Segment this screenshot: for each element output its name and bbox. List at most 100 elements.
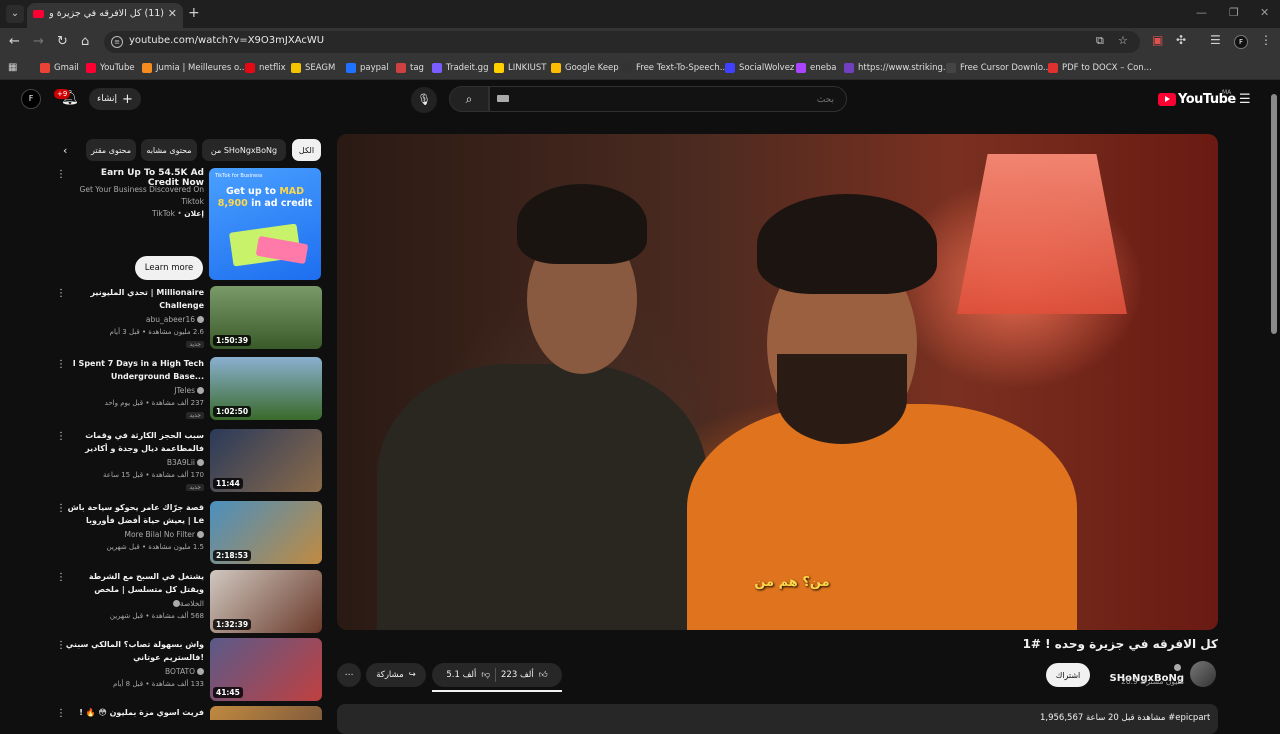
region-code: MA xyxy=(1222,89,1232,96)
chip-from-channel[interactable]: من SHoNgxBoNg xyxy=(202,139,286,161)
bookmark-cursor-download[interactable]: Free Cursor Downlo... xyxy=(946,61,1051,75)
thumbs-up-icon[interactable]: 👍︎ xyxy=(539,670,548,680)
voice-search-mic-icon[interactable]: 🎙︎ xyxy=(411,87,437,113)
new-badge: جديد xyxy=(186,412,204,419)
browser-tab-active[interactable]: (11) كل الافرقه في جزيرة وحد ✕ xyxy=(27,3,183,28)
bookmark-seagm[interactable]: SEAGM xyxy=(291,61,335,75)
browser-tab-strip: ⌄ (11) كل الافرقه في جزيرة وحد ✕ + — ❐ ✕ xyxy=(0,0,1280,28)
rec-title[interactable]: سبب الحجز الكارثة في وقمات فالمطاعمة ديا… xyxy=(64,429,204,455)
bookmark-netflix[interactable]: netflix xyxy=(245,61,286,75)
bookmark-tag[interactable]: tag xyxy=(396,61,424,75)
search-icon[interactable]: ⌕ xyxy=(449,86,489,112)
recommendation-item[interactable]: ⋮ I Spent 7 Days in a High Tech Undergro… xyxy=(56,357,322,423)
more-actions-button[interactable]: ⋯ xyxy=(337,663,361,687)
apps-grid-icon[interactable]: ▦ xyxy=(8,62,17,73)
bookmark-socialwolvez[interactable]: SocialWolvez xyxy=(725,61,794,75)
bookmark-striking[interactable]: https://www.striking... xyxy=(844,61,951,75)
recommendation-item[interactable]: ⋮ قصة جرّاك عامر يحوكو سياحة باش يعيش حي… xyxy=(56,501,322,567)
minimize-icon[interactable]: — xyxy=(1196,6,1207,19)
bookmark-linkiust[interactable]: LINKIUST xyxy=(494,61,547,75)
eneba-icon xyxy=(796,63,806,73)
ad-thumbnail[interactable]: TikTok for Business Get up to MAD 8,900 … xyxy=(209,168,321,280)
rec-channel[interactable]: More Bilal No Filter xyxy=(124,530,204,539)
search-input[interactable] xyxy=(489,86,847,112)
bookmark-google-keep[interactable]: Google Keep xyxy=(551,61,619,75)
rec-channel[interactable]: abu_abeer16 xyxy=(146,315,204,324)
site-info-icon[interactable]: ≡ xyxy=(111,36,123,48)
bookmark-gmail[interactable]: Gmail xyxy=(40,61,79,75)
recommendation-item[interactable]: ⋮ واش بسهولة تصاب؟ المالكي سبني فالستريم… xyxy=(56,638,322,704)
rec-thumbnail[interactable]: 1:32:39 xyxy=(210,570,322,633)
chip-suggested[interactable]: محتوى مقتر xyxy=(86,139,136,161)
rec-title[interactable]: قصة جرّاك عامر يحوكو سياحة باش يعيش حياة… xyxy=(64,501,204,527)
page-scrollbar[interactable] xyxy=(1271,94,1277,334)
url-text[interactable]: youtube.com/watch?v=X9O3mJXAcWU xyxy=(129,35,324,46)
subscribe-button[interactable]: اشتراك xyxy=(1046,663,1090,687)
window-close-icon[interactable]: ✕ xyxy=(1260,6,1269,19)
rec-channel[interactable]: JTeles xyxy=(174,386,204,395)
cast-icon[interactable]: ⧉ xyxy=(1096,34,1104,48)
browser-profile-avatar[interactable]: F xyxy=(1234,35,1248,49)
extensions-puzzle-icon[interactable]: ✣ xyxy=(1176,33,1186,47)
ad-more-icon[interactable]: ⋮ xyxy=(56,169,66,180)
rec-thumbnail[interactable] xyxy=(210,706,322,720)
chip-all[interactable]: الكل xyxy=(292,139,321,161)
reload-icon[interactable]: ↻ xyxy=(57,34,68,49)
rec-title[interactable]: واش بسهولة تصاب؟ المالكي سبني فالستريم ع… xyxy=(64,638,204,664)
create-button[interactable]: إنشاء + xyxy=(89,88,141,110)
forward-icon[interactable]: → xyxy=(33,34,44,49)
maximize-icon[interactable]: ❐ xyxy=(1229,6,1239,19)
rec-title[interactable]: تحدي المليونير | Millionaire Challenge xyxy=(64,286,204,312)
recommendation-item[interactable]: ⋮ سبب الحجز الكارثة في وقمات فالمطاعمة د… xyxy=(56,429,322,495)
rec-thumbnail[interactable]: 11:44 xyxy=(210,429,322,492)
rec-title[interactable]: I Spent 7 Days in a High Tech Undergroun… xyxy=(64,357,204,383)
learn-more-button[interactable]: Learn more xyxy=(135,256,203,280)
browser-menu-icon[interactable]: ⋮ xyxy=(1260,33,1272,47)
rec-channel[interactable]: B3A9Lii xyxy=(167,458,204,467)
rec-channel[interactable]: الخلاصة xyxy=(171,599,204,608)
more-horizontal-icon: ⋯ xyxy=(344,670,354,680)
recommendation-item[interactable]: ⋮ يشتغل في السبح مع الشرطة ويقتل كل متسل… xyxy=(56,570,322,636)
chips-scroll-left-icon[interactable]: ‹ xyxy=(63,144,67,157)
rec-thumbnail[interactable]: 1:02:50 xyxy=(210,357,322,420)
back-icon[interactable]: ← xyxy=(9,34,20,49)
home-icon[interactable]: ⌂ xyxy=(81,34,89,49)
bookmark-paypal[interactable]: paypal xyxy=(346,61,389,75)
rec-thumbnail[interactable]: 2:18:53 xyxy=(210,501,322,564)
bookmark-pdf-to-docx[interactable]: PDF to DOCX – Con... xyxy=(1048,61,1152,75)
verified-icon xyxy=(172,600,180,607)
keyboard-icon[interactable] xyxy=(497,95,509,102)
thumbs-down-icon[interactable]: 👎︎ xyxy=(481,670,490,680)
bookmark-eneba[interactable]: eneba xyxy=(796,61,836,75)
bookmark-youtube[interactable]: YouTube xyxy=(86,61,135,75)
extension-red-icon[interactable]: ▣ xyxy=(1152,33,1163,47)
youtube-icon xyxy=(86,63,96,73)
reading-list-icon[interactable]: ☰ xyxy=(1210,33,1221,47)
share-button[interactable]: مشاركة ↪ xyxy=(366,663,426,687)
guide-menu-icon[interactable]: ☰ xyxy=(1239,92,1251,107)
rec-meta: 170 ألف مشاهدة • قبل 15 ساعة xyxy=(103,471,204,479)
verified-icon xyxy=(197,387,204,394)
recommendation-item[interactable]: ⋮ تحدي المليونير | Millionaire Challenge… xyxy=(56,286,322,352)
dislike-count[interactable]: 5.1 ألف xyxy=(446,670,476,680)
rec-title[interactable]: يشتغل في السبح مع الشرطة ويقتل كل متسلسل… xyxy=(64,570,204,596)
recommendation-item[interactable]: ⋮ ! 🔥 😳 فريت اسوي مزة بمليون ريال xyxy=(60,706,322,720)
tab-close-icon[interactable]: ✕ xyxy=(168,7,177,20)
new-tab-icon[interactable]: + xyxy=(188,5,200,21)
bookmark-text-to-speech[interactable]: Free Text-To-Speech... xyxy=(622,61,728,75)
bookmark-star-icon[interactable]: ☆ xyxy=(1118,34,1128,47)
video-player[interactable]: من؟ هم من xyxy=(337,134,1218,630)
rec-thumbnail[interactable]: 1:50:39 xyxy=(210,286,322,349)
rec-channel[interactable]: BOTATO xyxy=(165,667,204,676)
tab-search-menu-icon[interactable]: ⌄ xyxy=(6,5,24,23)
duration-badge: 1:50:39 xyxy=(213,335,252,346)
channel-avatar[interactable] xyxy=(1190,661,1216,687)
rec-title[interactable]: ! 🔥 😳 فريت اسوي مزة بمليون ريال xyxy=(64,706,204,720)
bookmark-tradeit[interactable]: Tradeit.gg xyxy=(432,61,488,75)
bookmark-jumia[interactable]: Jumia | Meilleures o... xyxy=(142,61,247,75)
chip-related[interactable]: محتوى مشابه xyxy=(141,139,197,161)
rec-thumbnail[interactable]: 41:45 xyxy=(210,638,322,701)
tag-icon xyxy=(396,63,406,73)
account-avatar[interactable]: F xyxy=(21,89,41,109)
like-count[interactable]: 223 ألف xyxy=(501,670,534,680)
